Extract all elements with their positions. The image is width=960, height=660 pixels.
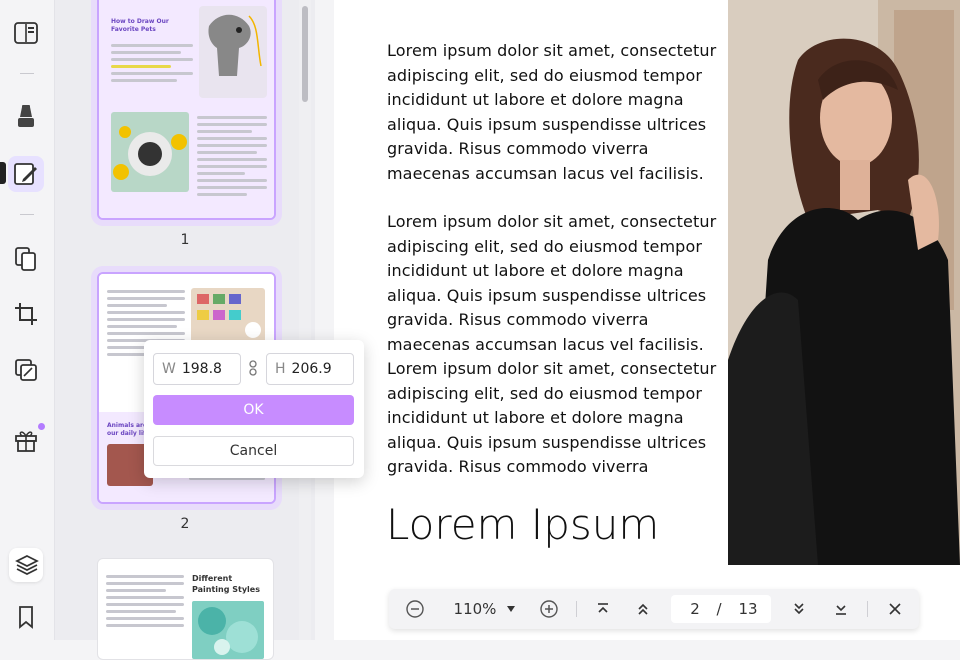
active-tab-indicator <box>0 162 6 184</box>
previous-page-icon[interactable] <box>631 589 655 629</box>
page-number-1: 1 <box>180 232 190 248</box>
scrollbar-thumb[interactable] <box>302 6 308 102</box>
zoom-in-icon[interactable] <box>537 589 561 629</box>
page-thumbnail-1[interactable]: How to Draw Our Favorite Pets <box>97 0 276 220</box>
left-tool-rail <box>0 0 55 640</box>
dog-sketch-image <box>199 6 267 98</box>
dog-photo-image <box>111 112 189 192</box>
last-page-icon[interactable] <box>829 589 853 629</box>
current-page-input[interactable]: 2 <box>683 589 707 629</box>
bookmark-icon[interactable] <box>11 602 41 632</box>
comment-marker-icon[interactable] <box>11 102 41 132</box>
page-thumbnail-3[interactable]: Different Painting Styles <box>97 558 274 660</box>
rail-divider <box>20 73 34 74</box>
ok-button[interactable]: OK <box>153 395 354 425</box>
thumbnail-title: Different Painting Styles <box>192 574 260 594</box>
body-paragraph-3: Lorem ipsum dolor sit amet, consectetur … <box>387 359 717 477</box>
zoom-level[interactable]: 110% <box>447 589 503 629</box>
zoom-out-icon[interactable] <box>403 589 427 629</box>
toolbar-divider <box>867 601 868 617</box>
page-separator: / <box>716 600 722 618</box>
page-number-2: 2 <box>180 516 190 532</box>
toolbar-divider <box>576 601 577 617</box>
body-paragraph-2: Lorem ipsum dolor sit amet, consectetur … <box>387 212 717 354</box>
cancel-button[interactable]: Cancel <box>153 436 354 466</box>
gift-icon[interactable] <box>11 425 41 455</box>
portrait-photo <box>728 0 960 565</box>
height-label: H <box>275 361 286 377</box>
page-navigation-toolbar: 110% 2 / 13 <box>389 589 919 629</box>
thumbnail-panel: How to Draw Our Favorite Pets 1 Animals … <box>55 0 315 660</box>
watercolor-image <box>192 601 264 659</box>
body-paragraph-1: Lorem ipsum dolor sit amet, consectetur … <box>387 41 717 183</box>
first-page-icon[interactable] <box>591 589 615 629</box>
convert-icon[interactable] <box>11 355 41 385</box>
height-value: 206.9 <box>291 361 332 377</box>
total-pages: 13 <box>738 600 758 618</box>
height-field[interactable]: H 206.9 <box>266 353 354 385</box>
aspect-lock-icon[interactable] <box>248 360 258 376</box>
next-page-icon[interactable] <box>787 589 811 629</box>
close-toolbar-icon[interactable] <box>883 589 907 629</box>
crop-icon[interactable] <box>11 299 41 329</box>
document-heading: Lorem Ipsum <box>386 500 660 549</box>
edit-pdf-icon[interactable] <box>11 159 41 189</box>
layers-icon[interactable] <box>12 550 42 580</box>
document-page: Lorem ipsum dolor sit amet, consectetur … <box>334 0 960 640</box>
organize-pages-icon[interactable] <box>11 244 41 274</box>
width-value: 198.8 <box>181 361 222 377</box>
width-label: W <box>162 361 176 377</box>
reader-mode-icon[interactable] <box>11 18 41 48</box>
thumbnail-scrollbar[interactable] <box>299 0 311 640</box>
thumbnail-title: How to Draw Our Favorite Pets <box>111 18 169 33</box>
notification-dot <box>38 423 45 430</box>
resize-popover: W 198.8 H 206.9 OK Cancel <box>144 340 364 478</box>
width-field[interactable]: W 198.8 <box>153 353 241 385</box>
zoom-dropdown-icon[interactable] <box>503 589 519 629</box>
rail-divider <box>20 214 34 215</box>
paint-palette-image <box>191 288 265 344</box>
